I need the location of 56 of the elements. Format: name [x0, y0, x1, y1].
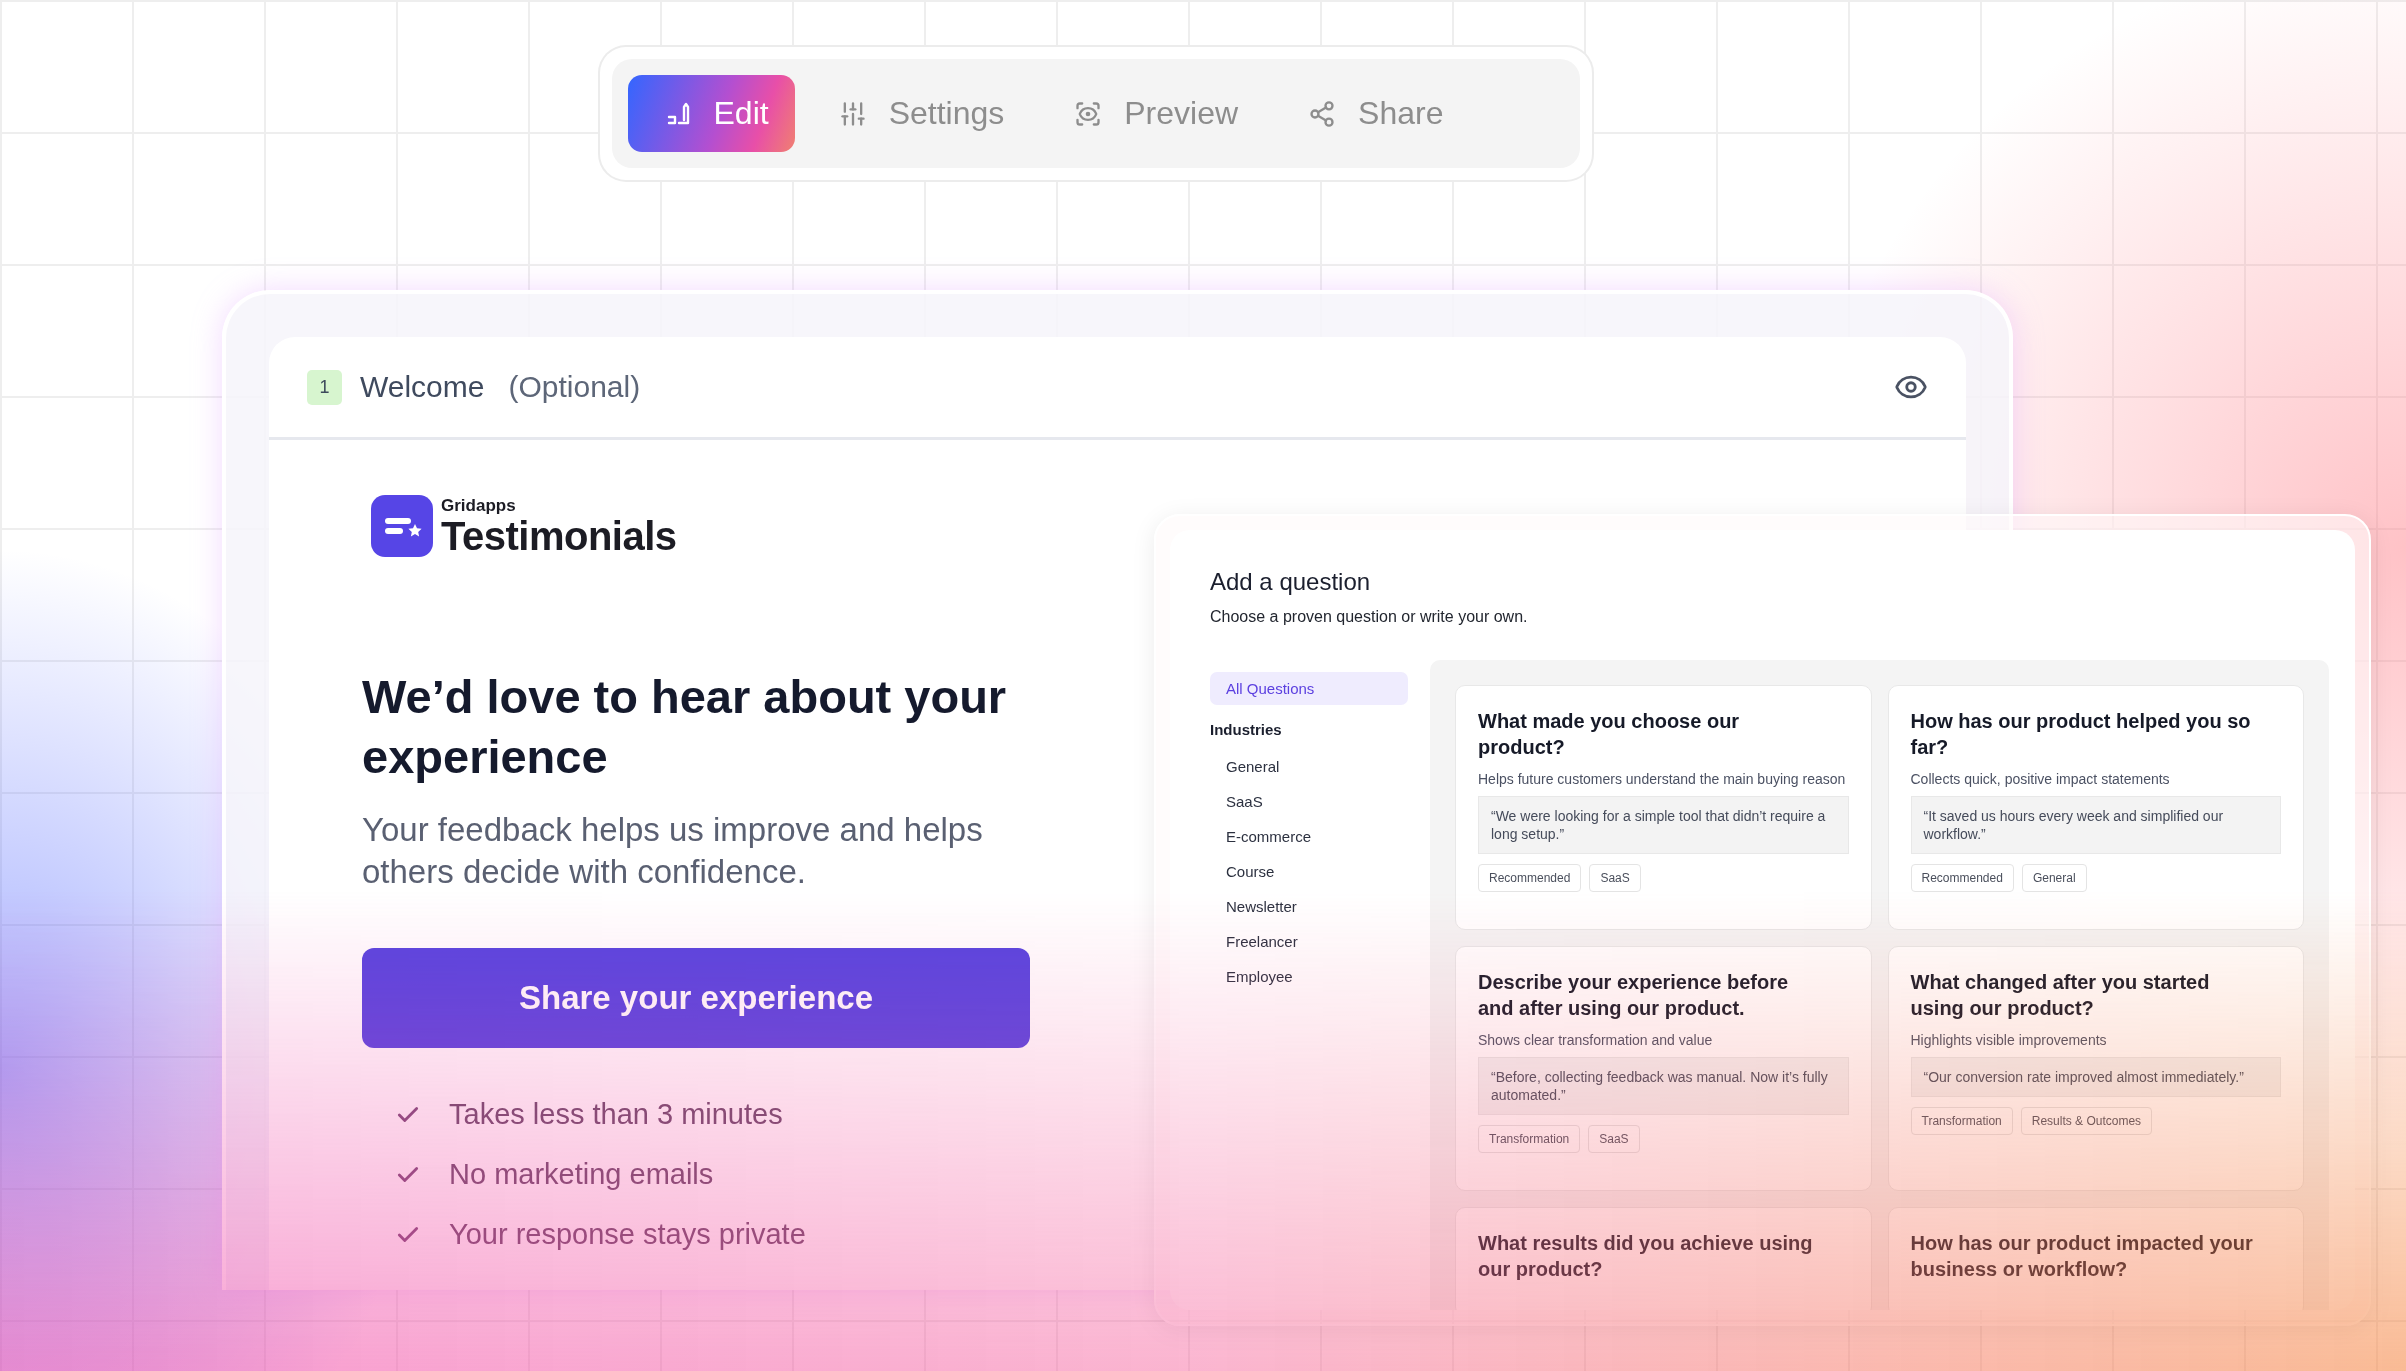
logo-icon: [371, 495, 433, 557]
sidebar-item[interactable]: Newsletter: [1210, 890, 1408, 923]
edit-icon: [665, 100, 692, 127]
example-answer: “It saved us hours every week and simplified our workflow.”: [1910, 796, 2281, 854]
question-description: Helps future customers understand the main buying reason: [1478, 770, 1847, 788]
question-card[interactable]: Describe your experience before and after using our product. Shows clear transformation and value “Before, collecting feedback was manual. Now it’s fully automated.” Transformation SaaS: [1455, 946, 1872, 1191]
feature-point: Takes less than 3 minutes: [449, 1098, 783, 1131]
sidebar-item[interactable]: Freelancer: [1210, 925, 1408, 958]
sidebar-item[interactable]: All Questions: [1210, 672, 1408, 705]
sidebar-group-title: Industries: [1210, 721, 1283, 738]
sliders-icon: [838, 99, 867, 128]
example-answer: “Our conversion rate improved almost immediately.”: [1910, 1057, 2281, 1097]
question-title: Describe your experience before and after using our product.: [1478, 970, 1790, 1021]
feature-point: No marketing emails: [449, 1158, 714, 1191]
question-tag: SaaS: [1588, 1125, 1640, 1153]
brand-overline: Gridapps: [441, 496, 517, 516]
step-title: Welcome: [360, 370, 485, 404]
question-tag: Transformation: [1478, 1125, 1581, 1153]
step-note: (Optional): [508, 370, 642, 404]
share-icon: [1308, 99, 1337, 128]
question-title: What changed after you started using our product?: [1910, 970, 2211, 1021]
question-title: How has our product impacted your business or workflow?: [1910, 1231, 2254, 1282]
brand-name: Testimonials: [441, 516, 677, 556]
question-tag: Recommended: [1478, 864, 1582, 892]
hero-subheading: Your feedback helps us improve and helps others decide with confidence.: [362, 810, 984, 892]
question-card[interactable]: What results did you achieve using our product?: [1455, 1207, 1872, 1310]
question-description: Shows clear transformation and value: [1478, 1031, 1714, 1049]
question-card[interactable]: What changed after you started using our product? Highlights visible improvements “Our conversion rate improved almost immediately.” Transformation Results & Outcomes: [1887, 946, 2304, 1191]
question-tag: Results & Outcomes: [2020, 1107, 2153, 1135]
question-tag: Transformation: [1910, 1107, 2013, 1135]
example-answer: “We were looking for a simple tool that didn’t require a long setup.”: [1478, 796, 1849, 854]
question-card[interactable]: How has our product helped you so far? Collects quick, positive impact statements “It saved us hours every week and simplified our workflow.” Recommended General: [1887, 685, 2304, 930]
question-title: What results did you achieve using our product?: [1478, 1231, 1814, 1282]
example-answer: “Before, collecting feedback was manual. Now it’s fully automated.”: [1478, 1057, 1849, 1115]
question-tag: General: [2021, 864, 2087, 892]
feature-point: Your response stays private: [449, 1218, 806, 1251]
sidebar-item[interactable]: Employee: [1210, 960, 1408, 993]
sidebar-item[interactable]: SaaS: [1210, 785, 1408, 818]
scan-eye-icon: [1074, 99, 1103, 128]
hero-heading: We’d love to hear about your experience: [362, 669, 1008, 785]
sidebar-item[interactable]: E-commerce: [1210, 820, 1408, 853]
question-title: What made you choose our product?: [1478, 709, 1741, 760]
question-description: Highlights visible improvements: [1910, 1031, 2108, 1049]
question-card[interactable]: What made you choose our product? Helps future customers understand the main buying reason “We were looking for a simple tool that didn’t require a long setup.” Recommended SaaS: [1455, 685, 1872, 930]
sidebar-item[interactable]: General: [1210, 750, 1408, 783]
question-title: How has our product helped you so far?: [1910, 709, 2252, 760]
toolbar-tab[interactable]: Edit: [627, 75, 795, 152]
question-tag: SaaS: [1589, 864, 1641, 892]
share-experience-button[interactable]: Share your experience: [362, 948, 1030, 1048]
question-card[interactable]: How has our product impacted your business or workflow?: [1887, 1207, 2304, 1310]
panel-subtitle: Choose a proven question or write your own.: [1210, 608, 1529, 626]
panel-title: Add a question: [1210, 568, 1372, 596]
step-number: 1: [307, 369, 342, 405]
question-description: Collects quick, positive impact statements: [1910, 770, 2171, 788]
sidebar-item[interactable]: Course: [1210, 855, 1408, 888]
question-tag: Recommended: [1910, 864, 2014, 892]
